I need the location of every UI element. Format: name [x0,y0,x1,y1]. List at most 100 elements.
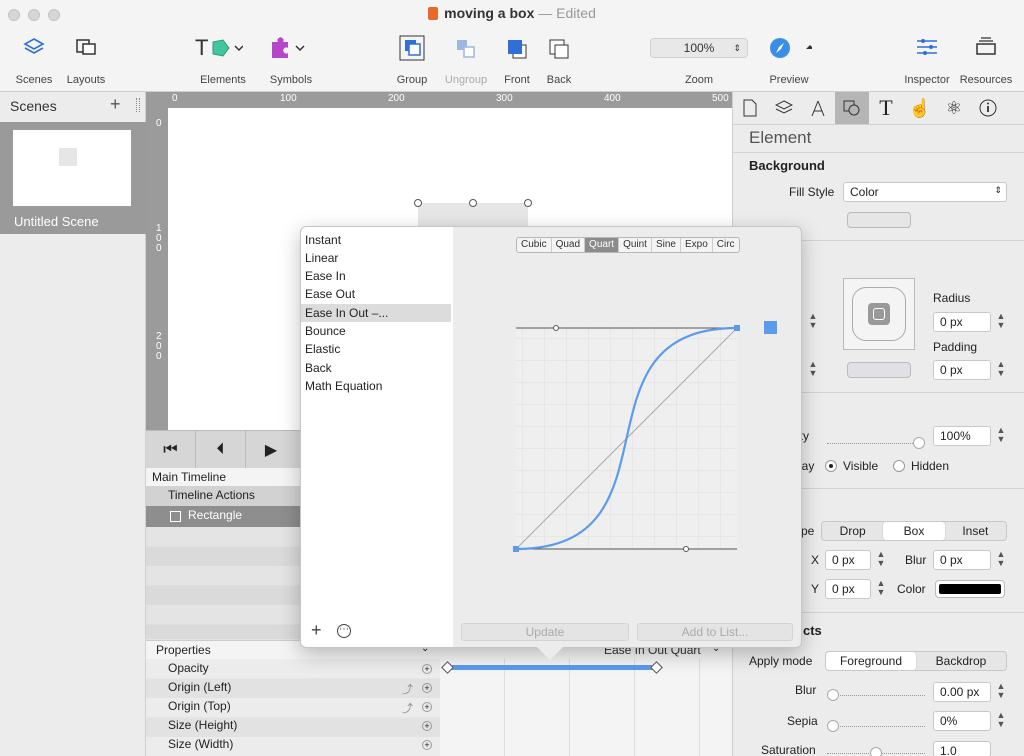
slider-knob[interactable] [827,689,839,701]
tab-identity[interactable] [971,92,1005,124]
easing-option[interactable]: Ease In [305,267,451,285]
timeline-track-area[interactable]: Ease In Out Quart ⌄ [440,640,732,756]
opacity-slider[interactable] [827,434,925,449]
padding-stepper[interactable]: ▲ ▼ [995,360,1007,380]
add-keyframe-icon[interactable]: + [422,702,432,712]
sepia-field[interactable]: 0% [933,711,991,731]
easing-curve-editor[interactable] [501,317,791,557]
scenes-toolbar-button[interactable]: Scenes [10,36,58,86]
radius-field[interactable]: 0 px [933,312,991,332]
tab-document[interactable] [733,92,767,124]
opacity-stepper[interactable]: ▲ ▼ [995,426,1007,446]
step-back-button[interactable]: ⏴ [196,431,246,469]
shadow-inset-option[interactable]: Inset [945,522,1006,540]
tab-element[interactable] [835,92,869,124]
more-options-button[interactable]: ⋯ [337,624,351,638]
sepia-stepper[interactable]: ▲ ▼ [995,711,1007,731]
shadow-box-option[interactable]: Box [883,522,945,540]
update-button[interactable]: Update [461,623,629,641]
apply-mode-control[interactable]: Foreground Backdrop [825,651,1007,671]
tab-sine[interactable]: Sine [652,238,681,252]
foreground-option[interactable]: Foreground [826,652,916,670]
resize-handle[interactable] [414,199,422,207]
slider-knob[interactable] [913,437,925,449]
box-model-widget[interactable] [843,278,915,350]
sepia-slider[interactable] [827,717,925,732]
shadow-type-control[interactable]: Drop Box Inset [821,521,1007,541]
easing-option[interactable]: Instant [305,231,451,249]
opacity-field[interactable]: 100% [933,426,991,446]
slider-knob[interactable] [827,720,839,732]
blur-stepper[interactable]: ▲ ▼ [995,550,1007,570]
resize-handle[interactable] [524,199,532,207]
zoom-stepper-icon[interactable]: ⇕ [733,39,741,57]
tab-scene[interactable] [767,92,801,124]
tab-expo[interactable]: Expo [681,238,713,252]
y-stepper[interactable]: ▲ ▼ [875,579,887,599]
easing-option[interactable]: Elastic [305,340,451,358]
property-row[interactable]: Origin (Top) [146,697,446,717]
background-color-well[interactable] [847,212,911,228]
easing-option[interactable]: Ease Out [305,285,451,303]
easing-option[interactable]: Back [305,359,451,377]
stepper[interactable]: ▲ ▼ [807,360,819,380]
zoom-field[interactable]: 100% ⇕ [650,38,748,58]
tab-quint[interactable]: Quint [619,238,652,252]
add-keyframe-icon[interactable]: + [422,721,432,731]
ungroup-toolbar-button[interactable]: Ungroup [442,36,490,86]
tab-physics[interactable]: ⚛ [937,92,971,124]
curve-end-point[interactable] [734,325,740,331]
shadow-drop-option[interactable]: Drop [822,522,883,540]
saturation-slider[interactable] [827,744,925,756]
path-icon[interactable]: ⤴ [402,700,413,716]
shadow-x-field[interactable]: 0 px [825,550,871,570]
curve-start-point[interactable] [513,546,519,552]
add-keyframe-icon[interactable]: + [422,683,432,693]
shadow-y-field[interactable]: 0 px [825,579,871,599]
easing-option[interactable]: Math Equation [305,377,451,395]
tab-cubic[interactable]: Cubic [517,238,552,252]
add-easing-button[interactable]: + [311,621,322,639]
scene-item[interactable]: Untitled Scene [0,122,146,234]
group-toolbar-button[interactable]: Group [390,35,434,86]
symbols-toolbar-button[interactable]: Symbols [264,36,318,86]
go-to-start-button[interactable]: ⏮ [146,431,196,469]
backdrop-option[interactable]: Backdrop [916,652,1006,670]
slider-knob[interactable] [870,747,882,756]
saturation-field[interactable]: 1.0 [933,741,991,756]
stepper[interactable]: ▲ ▼ [807,312,819,332]
front-toolbar-button[interactable]: Front [496,36,538,86]
add-keyframe-icon[interactable]: + [422,740,432,750]
add-to-list-button[interactable]: Add to List... [637,623,793,641]
control-point-handle[interactable] [553,325,559,331]
resize-handle[interactable] [469,199,477,207]
shadow-color-well[interactable] [935,580,1005,598]
tab-actions[interactable]: ☝ [903,92,937,124]
visible-radio[interactable] [825,460,837,472]
shadow-blur-field[interactable]: 0 px [933,550,991,570]
path-icon[interactable]: ⤴ [402,681,413,697]
easing-option[interactable]: Bounce [305,322,451,340]
tab-metrics[interactable] [801,92,835,124]
tab-quart[interactable]: Quart [585,238,620,252]
property-row[interactable]: Size (Width) [146,735,446,755]
layouts-toolbar-button[interactable]: Layouts [62,36,110,86]
end-value-marker[interactable] [764,321,777,334]
easing-type-tabs[interactable]: Cubic Quad Quart Quint Sine Expo Circ [516,237,740,253]
preview-toolbar-button[interactable]: Preview [766,36,812,86]
play-button[interactable]: ▶ [246,431,296,469]
property-row[interactable]: Origin (Left) [146,678,446,698]
border-color-well[interactable] [847,362,911,378]
easing-option-selected[interactable]: Ease In Out –... [301,304,451,322]
tab-circ[interactable]: Circ [713,238,739,252]
resources-toolbar-button[interactable]: Resources [956,36,1016,86]
x-stepper[interactable]: ▲ ▼ [875,550,887,570]
tab-quad[interactable]: Quad [552,238,586,252]
elements-toolbar-button[interactable]: T Elements [192,36,254,86]
blur-field[interactable]: 0.00 px [933,682,991,702]
panel-menu-icon[interactable] [136,98,140,112]
add-keyframe-icon[interactable]: + [422,664,432,674]
tab-text[interactable]: T [869,92,903,124]
blur-slider[interactable] [827,686,925,701]
back-toolbar-button[interactable]: Back [538,36,580,86]
